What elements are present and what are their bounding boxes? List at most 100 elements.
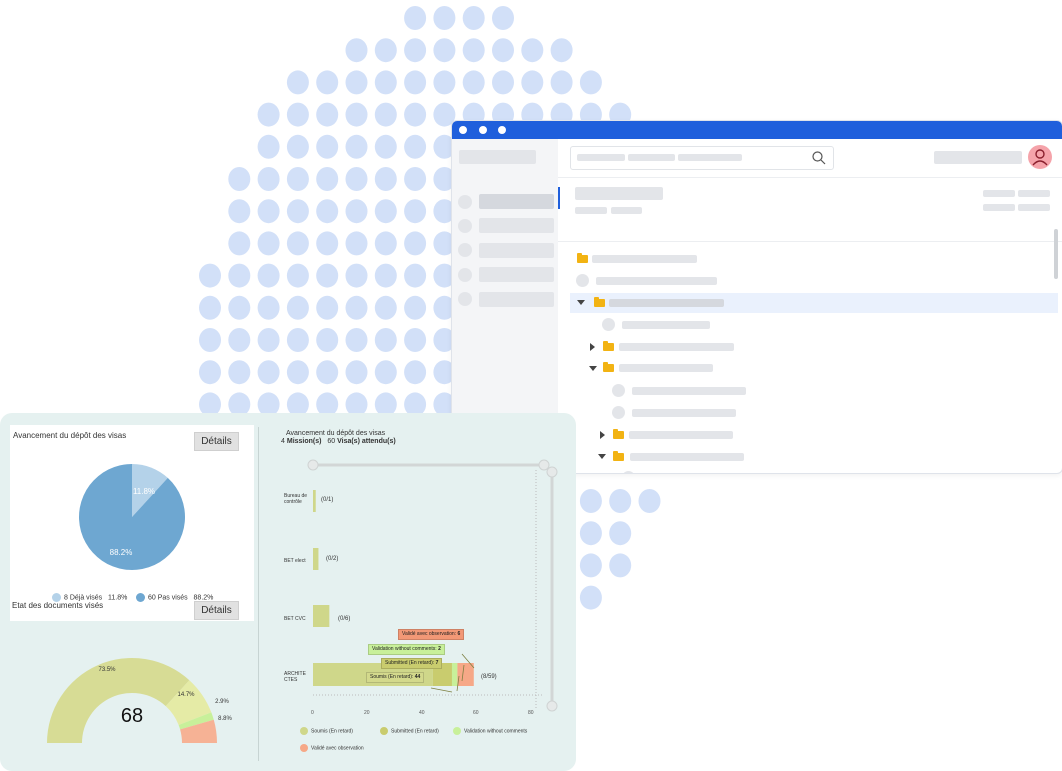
window-control-icon[interactable] [498,126,506,134]
sidebar-item[interactable] [479,267,554,282]
decorative-dot [521,38,544,63]
tree-row[interactable] [558,249,1062,269]
decorative-dot [638,489,661,513]
tree-row[interactable] [558,381,1062,401]
search-icon[interactable] [811,150,827,166]
tree-row-selected[interactable] [570,293,1058,313]
decorative-dot [492,6,514,30]
sidebar-item-icon [458,219,472,233]
bar-architectes-valide-obs[interactable] [457,663,474,686]
decorative-dot [374,295,397,320]
tree-row-label [596,277,717,285]
action-placeholder[interactable] [983,190,1015,197]
tree-row[interactable] [558,271,1062,291]
window-control-icon[interactable] [479,126,487,134]
decorative-dot [257,231,280,256]
decorative-dot [316,231,339,256]
decorative-dot [257,102,280,127]
dashboard-panel: Avancement du dépôt des visas Détails 11… [0,413,576,771]
decorative-dot [462,6,485,30]
visas-count: 60 [327,438,336,445]
row-value-note: (0/6) [338,616,351,622]
avatar[interactable] [1028,145,1052,169]
decorative-dot [374,231,397,256]
legend-item[interactable]: Soumis (En retard) [300,727,353,735]
donut-slice[interactable] [47,658,190,743]
decorative-dot [492,70,514,95]
sidebar-logo-placeholder [459,150,536,164]
scroll-handle[interactable] [546,700,558,712]
bar-bet-cvc[interactable] [313,605,330,627]
scroll-handle[interactable] [307,459,319,471]
decorative-dot [433,38,456,63]
tree-row[interactable] [558,403,1062,423]
tree-row-label [619,343,734,351]
tree-row[interactable] [558,315,1062,335]
chevron-down-icon[interactable] [598,454,606,459]
tree-row[interactable] [558,337,1062,357]
card-title: Avancement du dépôt des visas [13,431,127,440]
row-label: BET CVC [284,616,306,622]
action-placeholder[interactable] [983,204,1015,211]
search-placeholder [628,154,675,161]
decorative-dot [579,521,602,546]
decorative-dot [286,167,309,191]
decorative-dot [345,167,368,191]
chevron-down-icon[interactable] [577,300,585,305]
bar-bureau-controle[interactable] [313,490,316,512]
scroll-handle[interactable] [538,459,550,471]
sidebar-item[interactable] [479,292,554,307]
decorative-dot [228,231,251,256]
decorative-dot [374,328,397,352]
decorative-dot [199,263,221,288]
window-control-icon[interactable] [459,126,467,134]
sidebar-item[interactable] [479,243,554,258]
legend-label: Submitted (En retard) [391,728,439,735]
legend-item[interactable]: Submitted (En retard) [380,727,439,735]
card-title: Etat des documents visés [12,601,104,610]
sidebar-item-icon [458,243,472,257]
tree-row-label [629,431,733,439]
tooltip-text: Soumis (En retard): [370,674,414,680]
decorative-dot [228,295,251,320]
decorative-dot [462,38,485,63]
folder-icon [594,297,605,307]
search-placeholder [577,154,625,161]
decorative-dot [228,167,251,191]
sidebar-item-active[interactable] [479,194,554,209]
action-placeholder[interactable] [1018,190,1050,197]
chevron-right-icon[interactable] [600,431,605,439]
search-input[interactable] [570,146,834,170]
action-placeholder[interactable] [1018,204,1050,211]
window-titlebar [452,121,1062,139]
tree-row[interactable] [558,425,1062,445]
chevron-right-icon[interactable] [590,343,595,351]
decorative-dot [286,328,309,352]
scrollbar[interactable] [1054,229,1058,279]
bar-architectes-validation[interactable] [451,663,458,686]
tooltip-valide-observation: Validé avec observation: 6 [398,629,465,640]
folder-icon [613,451,624,461]
decorative-dot [257,328,280,352]
visa-progress-card: Avancement du dépôt des visas Détails 11… [10,425,254,621]
chevron-down-icon[interactable] [589,366,597,371]
legend-item[interactable]: Validé avec observation [300,744,364,752]
sidebar-item[interactable] [479,218,554,233]
tooltip-text: Submitted (En retard): [385,660,435,666]
tooltip-validation-without-comments: Validation without comments: 2 [368,644,445,655]
decorative-dot [609,521,632,546]
tree-row[interactable] [558,469,1062,473]
legend-marker [380,727,388,735]
tree-row[interactable] [558,359,1062,379]
file-icon [576,274,589,287]
decorative-dot [316,295,339,320]
legend-item[interactable]: Validation without comments [453,727,527,735]
details-button[interactable]: Détails [194,601,239,620]
tree-row[interactable] [558,447,1062,467]
bar-bet-elect[interactable] [313,548,319,570]
scroll-handle[interactable] [546,466,558,478]
decorative-dot [345,199,368,224]
tree-row-label [630,453,744,461]
sidebar-item-icon [458,195,472,209]
chart-title: Avancement du dépôt des visas [286,430,386,437]
